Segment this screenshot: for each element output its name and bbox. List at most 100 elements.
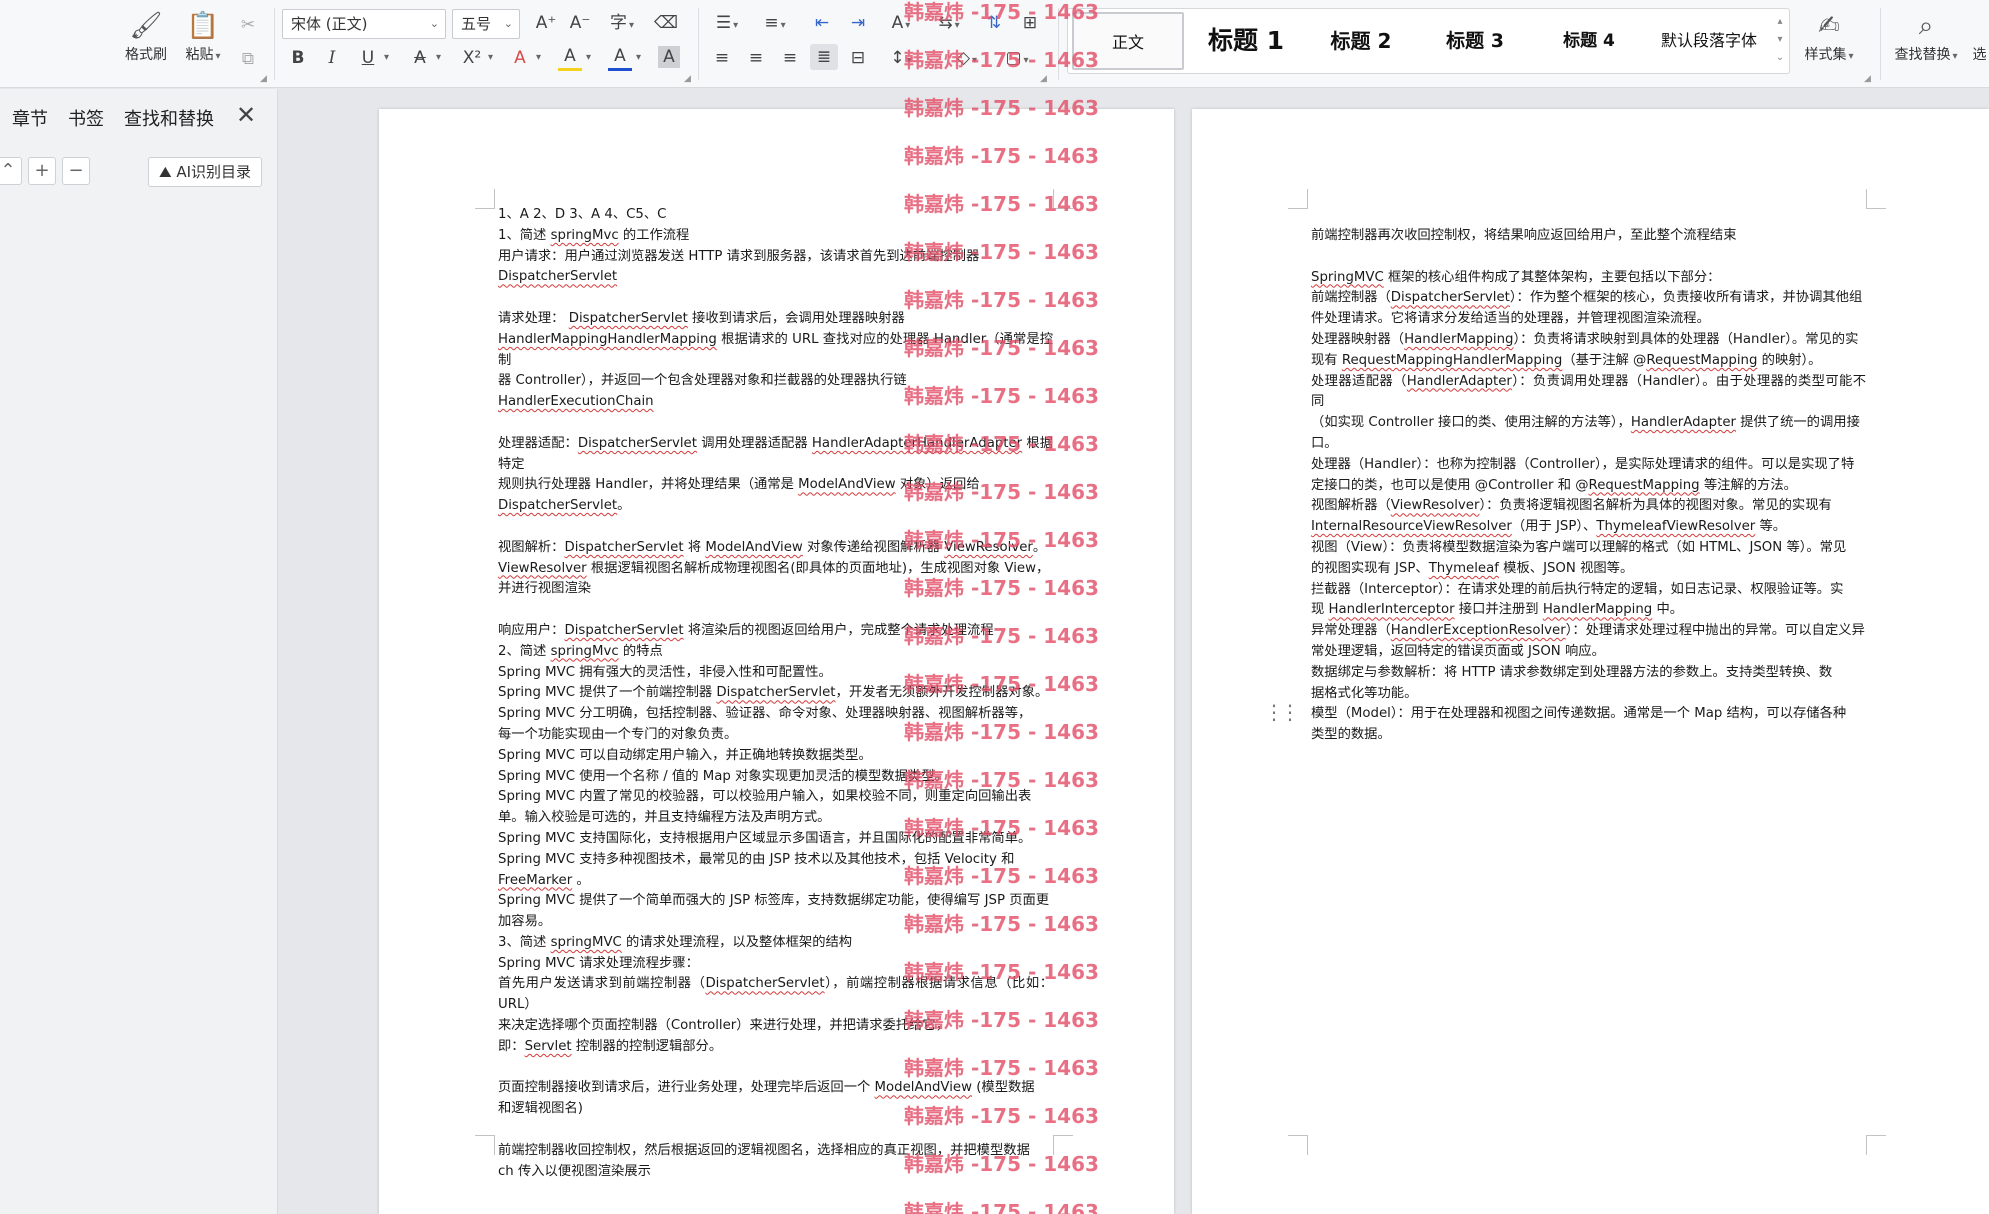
align-center-icon[interactable]: ≡ — [744, 45, 768, 71]
doc-line[interactable]: 定接口的类，也可以是使用 @Controller 和 @RequestMappi… — [1311, 476, 1866, 497]
format-painter-icon: 🖌 — [129, 11, 163, 41]
italic-button[interactable]: I — [320, 45, 344, 71]
spellcheck-word: ModelAndView — [705, 539, 803, 555]
style-default-para-font[interactable]: 默认段落字体 — [1648, 12, 1770, 70]
decrease-indent-icon[interactable]: ⇤ — [810, 10, 834, 36]
phonetic-guide-icon[interactable]: 字 ▾ — [602, 10, 642, 36]
doc-line[interactable]: SpringMVC 框架的核心组件构成了其整体架构，主要包括以下部分： — [1311, 268, 1866, 289]
text-run: 即： — [498, 1038, 525, 1054]
doc-line[interactable]: 类型的数据。 — [1311, 725, 1866, 746]
style-heading-4[interactable]: 标题 4 — [1534, 12, 1644, 70]
font-size-select[interactable]: 五号 ⌄ — [452, 9, 520, 39]
chevron-down-icon[interactable]: ▾ — [536, 52, 541, 63]
chevron-down-icon[interactable]: ▾ — [436, 52, 441, 63]
doc-line[interactable]: 件处理请求。它将请求分发给适当的处理器，并管理视图渲染流程。 — [1311, 309, 1866, 330]
watermark-text: 韩嘉炜 -175 - 1463 — [904, 336, 1099, 360]
justify-icon[interactable]: ≣ — [810, 44, 838, 70]
doc-line[interactable]: 数据绑定与参数解析：将 HTTP 请求参数绑定到处理器方法的参数上。支持类型转换… — [1311, 663, 1866, 684]
distributed-icon[interactable]: ⊟ — [846, 45, 870, 71]
text-run: 等。 — [1755, 519, 1787, 535]
spellcheck-word: Thymeleaf — [1428, 560, 1499, 576]
watermark-text: 韩嘉炜 -175 - 1463 — [904, 0, 1099, 24]
drag-handle-icon[interactable]: ⋮⋮ — [1264, 700, 1300, 724]
font-expand-icon[interactable]: ◢ — [684, 74, 691, 84]
find-replace-button[interactable]: ⌕ 查找替换 ▾ — [1888, 8, 1964, 64]
text-run: 模板、JSON 视图等。 — [1498, 560, 1634, 576]
doc-line[interactable]: 据格式化等功能。 — [1311, 684, 1866, 705]
clear-format-icon[interactable]: ⌫ — [652, 10, 680, 36]
watermark-text: 韩嘉炜 -175 - 1463 — [904, 768, 1099, 792]
font-color-button[interactable]: A — [608, 45, 632, 71]
doc-line[interactable]: InternalResourceViewResolver（用于 JSP）、Thy… — [1311, 517, 1866, 538]
style-gallery-scroll[interactable]: ▴ ▾ ⌄ — [1773, 13, 1787, 67]
doc-line[interactable]: 口。 — [1311, 434, 1866, 455]
chevron-down-icon[interactable]: ▾ — [384, 52, 389, 63]
text-run: 2、简述 — [498, 643, 551, 659]
doc-line[interactable]: 视图解析器（ViewResolver）：负责将逻辑视图名解析为具体的视图对象。常… — [1311, 496, 1866, 517]
char-shading-button[interactable]: A — [658, 46, 680, 68]
doc-line[interactable]: 前端控制器（DispatcherServlet）：作为整个框架的核心，负责接收所… — [1311, 288, 1866, 309]
doc-line[interactable]: 处理器（Handler）：也称为控制器（Controller），是实际处理请求的… — [1311, 455, 1866, 476]
text-run: 3、简述 — [498, 934, 551, 950]
spellcheck-word: DispatcherServlet — [564, 539, 684, 555]
text-effect-button[interactable]: A — [508, 45, 532, 71]
collapse-button[interactable]: ⌃ — [0, 157, 22, 185]
doc-line[interactable]: 现有 RequestMappingHandlerMapping（基于注解 @Re… — [1311, 351, 1866, 372]
close-icon[interactable]: ✕ — [236, 101, 256, 129]
clipboard-icon: 📋 — [186, 11, 220, 41]
doc-line[interactable]: 模型（Model）：用于在处理器和视图之间传递数据。通常是一个 Map 结构，可… — [1311, 704, 1866, 725]
style-heading-2[interactable]: 标题 2 — [1306, 12, 1416, 70]
align-right-icon[interactable]: ≡ — [778, 45, 802, 71]
style-gallery: 正文 标题 1 标题 2 标题 3 标题 4 默认段落字体 ▴ ▾ ⌄ — [1067, 8, 1790, 74]
margin-mark — [475, 189, 495, 209]
style-heading-3[interactable]: 标题 3 — [1420, 12, 1530, 70]
doc-line[interactable]: 前端控制器再次收回控制权，将结果响应返回给用户，至此整个流程结束 — [1311, 226, 1866, 247]
doc-line[interactable]: （如实现 Controller 接口的类、使用注解的方法等），HandlerAd… — [1311, 413, 1866, 434]
collapse-level-button[interactable]: − — [62, 157, 90, 185]
clipboard-expand-icon[interactable]: ◢ — [260, 74, 267, 84]
doc-line[interactable]: 拦截器（Interceptor）：在请求处理的前后执行特定的逻辑，如日志记录、权… — [1311, 580, 1866, 601]
doc-line[interactable]: 异常处理器（HandlerExceptionResolver）：处理请求处理过程… — [1311, 621, 1866, 642]
chevron-down-icon[interactable]: ▾ — [636, 52, 641, 63]
underline-button[interactable]: U — [356, 45, 380, 71]
bold-button[interactable]: B — [286, 45, 310, 71]
style-heading-1[interactable]: 标题 1 — [1190, 12, 1302, 70]
select-button[interactable]: 选 — [1970, 8, 1989, 64]
bullet-list-icon[interactable]: ☰ ▾ — [710, 10, 744, 36]
strikethrough-button[interactable]: A — [408, 45, 432, 71]
text-run: Spring MVC 可以自动绑定用户输入，并正确地转换数据类型。 — [498, 747, 872, 763]
doc-line[interactable]: 现 HandlerInterceptor 接口并注册到 HandlerMappi… — [1311, 600, 1866, 621]
grow-font-icon[interactable]: A⁺ — [532, 10, 560, 36]
tab-find-replace[interactable]: 查找和替换 — [124, 105, 214, 131]
doc-line[interactable]: 处理器适配器（HandlerAdapter）：负责调用处理器（Handler）。… — [1311, 372, 1866, 414]
tab-bookmarks[interactable]: 书签 — [68, 105, 104, 131]
text-run: 。 — [572, 872, 590, 888]
doc-line[interactable] — [1311, 247, 1866, 268]
format-painter-button[interactable]: 🖌 格式刷 — [118, 8, 174, 64]
numbered-list-icon[interactable]: ≡ ▾ — [758, 10, 792, 36]
paste-button[interactable]: 📋 粘贴 ▾ — [178, 8, 228, 64]
page-2-body[interactable]: 前端控制器再次收回控制权，将结果响应返回给用户，至此整个流程结束 SpringMV… — [1311, 226, 1866, 746]
align-left-icon[interactable]: ≡ — [710, 45, 734, 71]
doc-line[interactable]: 常处理逻辑，返回特定的错误页面或 JSON 响应。 — [1311, 642, 1866, 663]
superscript-button[interactable]: X² — [458, 45, 486, 71]
font-name-select[interactable]: 宋体 (正文) ⌄ — [282, 9, 446, 39]
watermark-text: 韩嘉炜 -175 - 1463 — [904, 816, 1099, 840]
doc-line[interactable]: 的视图实现有 JSP、Thymeleaf 模板、JSON 视图等。 — [1311, 559, 1866, 580]
spellcheck-word: springMVC — [550, 934, 622, 950]
text-run: 首先用户发送请求到前端控制器（ — [498, 976, 706, 992]
expand-level-button[interactable]: + — [28, 157, 56, 185]
shrink-font-icon[interactable]: A⁻ — [566, 10, 594, 36]
chevron-down-icon[interactable]: ▾ — [586, 52, 591, 63]
style-set-button[interactable]: ✍ 样式集 ▾ — [1796, 8, 1862, 64]
ai-toc-button[interactable]: ⛰ AI识别目录 — [148, 157, 262, 187]
doc-line[interactable]: 视图（View）：负责将模型数据渲染为客户端可以理解的格式（如 HTML、JSO… — [1311, 538, 1866, 559]
tab-chapters[interactable]: 章节 — [12, 105, 48, 131]
highlight-button[interactable]: A — [558, 45, 582, 71]
doc-line[interactable]: 处理器映射器（HandlerMapping）：负责将请求映射到具体的处理器（Ha… — [1311, 330, 1866, 351]
cut-icon[interactable]: ✂ — [236, 12, 260, 38]
increase-indent-icon[interactable]: ⇥ — [846, 10, 870, 36]
style-expand-icon[interactable]: ◢ — [1864, 74, 1871, 84]
copy-icon[interactable]: ⧉ — [236, 46, 260, 72]
chevron-down-icon[interactable]: ▾ — [488, 52, 493, 63]
